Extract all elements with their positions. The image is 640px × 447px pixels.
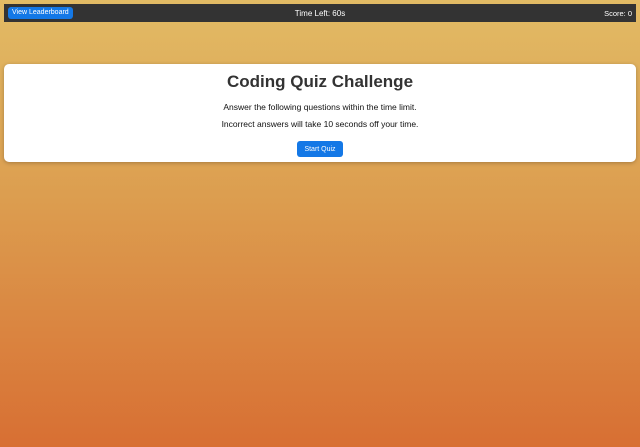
top-bar: View Leaderboard Time Left: 60s Score: 0: [4, 4, 636, 22]
view-leaderboard-button[interactable]: View Leaderboard: [8, 7, 73, 19]
page-title: Coding Quiz Challenge: [226, 72, 414, 91]
time-left-display: Time Left: 60s: [294, 8, 346, 18]
instructions-line-2: Incorrect answers will take 10 seconds o…: [221, 119, 419, 129]
instructions-line-1: Answer the following questions within th…: [223, 102, 417, 112]
intro-card: Coding Quiz Challenge Answer the followi…: [4, 64, 636, 162]
score-display: Score: 0: [604, 8, 632, 18]
start-quiz-button[interactable]: Start Quiz: [297, 141, 343, 157]
